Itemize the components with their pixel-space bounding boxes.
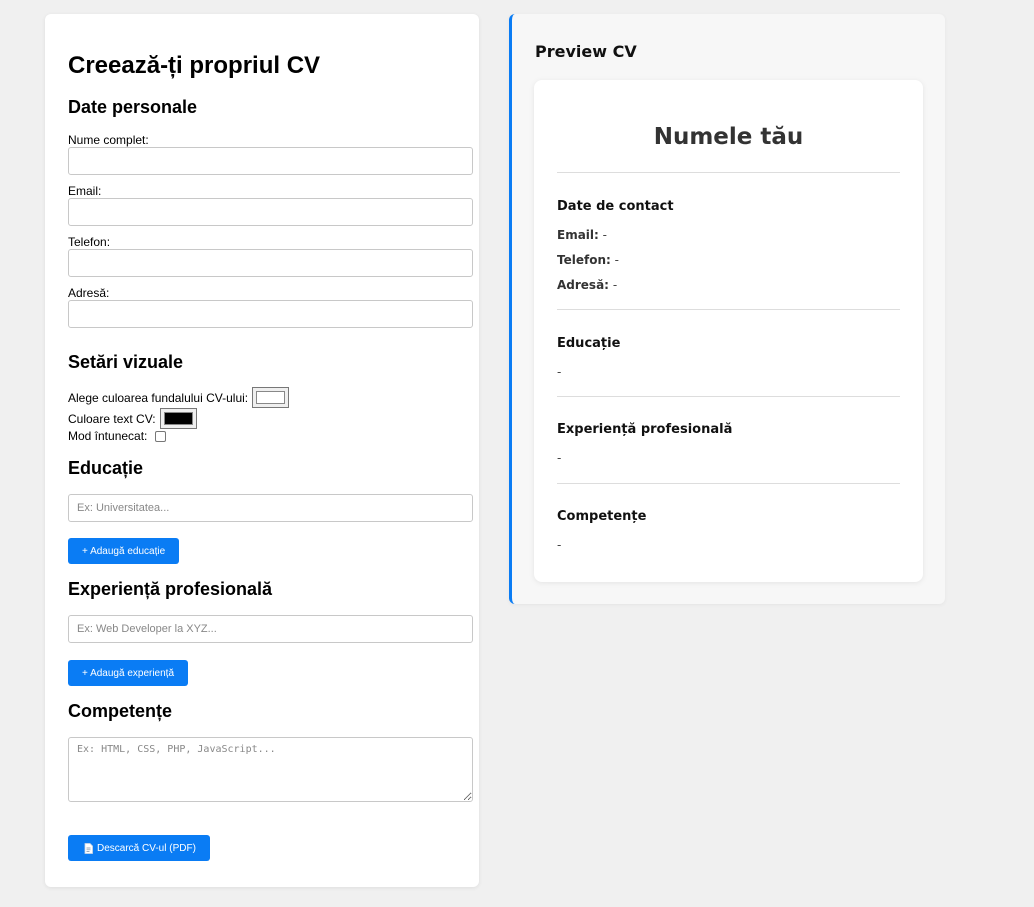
bg-color-label: Alege culoarea fundalului CV-ului: [68, 390, 249, 405]
add-education-button[interactable]: + Adaugă educație [68, 538, 180, 564]
preview-title: Preview CV [535, 42, 637, 61]
bg-color-row: Alege culoarea fundalului CV-ului: [68, 387, 290, 408]
cv-preview-card: Numele tău Date de contact Email: - Tele… [534, 80, 923, 582]
education-heading: Educație [68, 458, 144, 478]
cv-skills-value: - [557, 538, 562, 552]
visual-settings-heading: Setări vizuale [68, 352, 184, 372]
skills-textarea[interactable] [68, 737, 473, 802]
phone-label: Telefon: [68, 235, 111, 249]
cv-phone-value: - [614, 253, 619, 267]
download-pdf-button[interactable]: Descarcă CV-ul (PDF) [68, 835, 210, 861]
skills-heading: Competențe [68, 701, 173, 721]
divider [557, 483, 900, 484]
dark-mode-label: Mod întunecat: [68, 429, 148, 443]
add-education-label: + Adaugă educație [82, 545, 166, 557]
add-experience-button[interactable]: + Adaugă experiență [68, 660, 189, 686]
dark-mode-row: Mod întunecat: [68, 429, 167, 443]
cv-name: Numele tău [653, 124, 804, 150]
full-name-input[interactable] [68, 147, 473, 175]
cv-address-value: - [612, 278, 618, 292]
cv-email-label: Email: [557, 228, 599, 242]
add-experience-label: + Adaugă experiență [82, 667, 175, 679]
document-icon [84, 842, 93, 854]
address-label: Adresă: [68, 286, 110, 300]
full-name-label: Nume complet: [68, 133, 149, 147]
phone-input[interactable] [68, 249, 473, 277]
cv-address-label: Adresă: [557, 278, 609, 292]
cv-preview-panel: Preview CV Numele tău Date de contact Em… [509, 14, 945, 604]
divider [557, 396, 900, 397]
experience-heading: Experiență profesională [68, 579, 273, 599]
cv-address-line: Adresă: - [557, 278, 617, 292]
contact-heading: Date de contact [557, 199, 674, 214]
download-pdf-label: Descarcă CV-ul (PDF) [97, 842, 196, 854]
cv-email-line: Email: - [557, 228, 607, 242]
cv-experience-heading: Experiență profesională [557, 422, 733, 437]
dark-mode-checkbox[interactable] [155, 430, 167, 442]
text-color-row: Culoare text CV: [68, 408, 197, 429]
divider [557, 172, 900, 173]
cv-education-value: - [557, 365, 562, 379]
text-color-label: Culoare text CV: [68, 411, 156, 426]
education-input[interactable] [68, 494, 473, 522]
cv-education-heading: Educație [557, 336, 621, 351]
divider [557, 309, 900, 310]
cv-phone-label: Telefon: [557, 253, 611, 267]
email-label: Email: [68, 184, 102, 198]
cv-skills-heading: Competențe [557, 509, 647, 524]
page-title: Creează-ți propriul CV [68, 52, 321, 79]
cv-experience-value: - [557, 451, 562, 465]
experience-input[interactable] [68, 615, 473, 643]
cv-phone-line: Telefon: - [557, 253, 619, 267]
text-color-picker[interactable] [159, 408, 197, 429]
cv-email-value: - [602, 228, 607, 242]
personal-data-heading: Date personale [68, 97, 198, 117]
address-input[interactable] [68, 300, 473, 328]
cv-form-panel: Creează-ți propriul CV Date personale Nu… [45, 14, 479, 887]
bg-color-picker[interactable] [252, 387, 290, 408]
email-input[interactable] [68, 198, 473, 226]
